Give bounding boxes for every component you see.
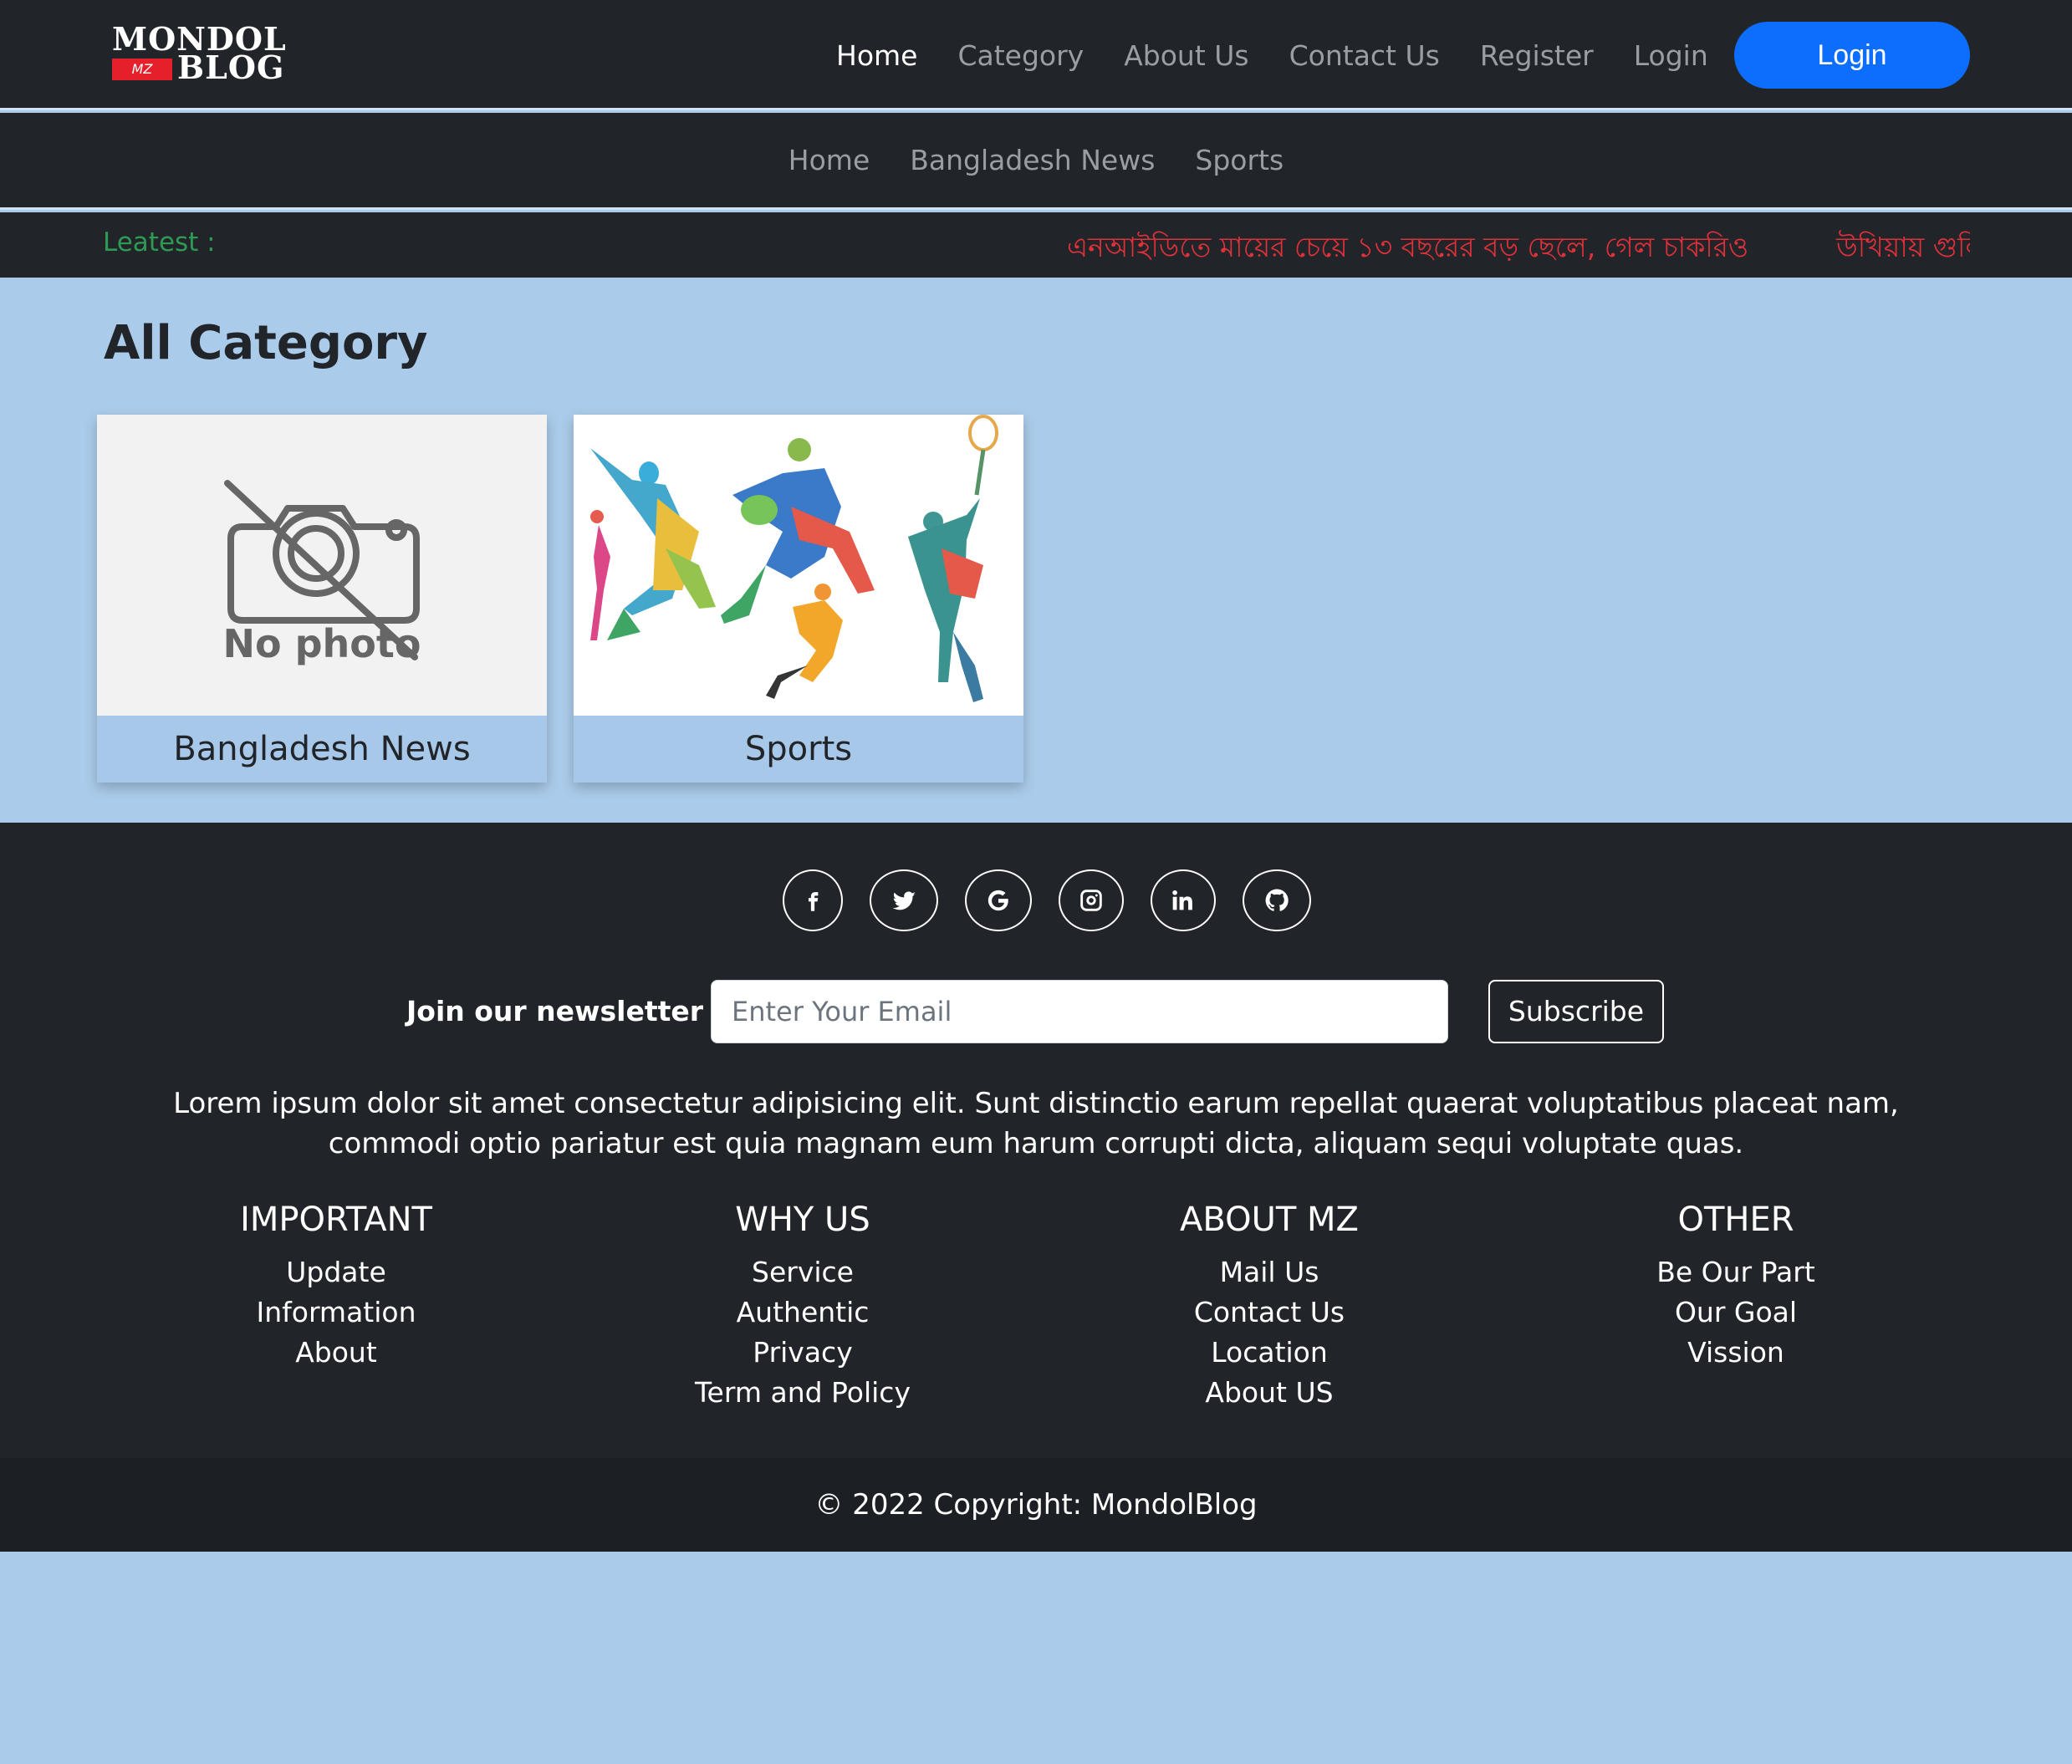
- nav-category[interactable]: Category: [957, 39, 1084, 72]
- athlete-figure: [590, 448, 716, 640]
- brand-badge: MZ: [112, 59, 172, 80]
- category-navbar: Home Bangladesh News Sports: [0, 113, 2072, 210]
- footer-link-privacy[interactable]: Privacy: [627, 1333, 978, 1373]
- footer-link-mail-us[interactable]: Mail Us: [1094, 1252, 1445, 1292]
- footer-link-service[interactable]: Service: [627, 1252, 978, 1292]
- github-icon[interactable]: [1243, 869, 1311, 931]
- footer-link-vission[interactable]: Vission: [1560, 1333, 1911, 1373]
- login-button[interactable]: Login: [1734, 22, 1970, 89]
- twitter-icon[interactable]: [870, 869, 938, 931]
- social-links: [783, 869, 1338, 933]
- google-icon[interactable]: [965, 869, 1032, 931]
- ticker-item[interactable]: উখিয়ায় গুলি: [1836, 226, 1970, 273]
- footer: Join our newsletter Subscribe Lorem ipsu…: [0, 823, 2072, 1458]
- footer-link-term-and-policy[interactable]: Term and Policy: [627, 1373, 978, 1413]
- page-title: All Category: [104, 316, 428, 370]
- category-card-bangladesh-news[interactable]: No photo Bangladesh News: [97, 415, 547, 783]
- nav-register[interactable]: Register: [1480, 39, 1594, 72]
- top-navbar: MONDOL MZ BLOG Home Category About Us Co…: [0, 0, 2072, 110]
- catnav-bangladesh-news[interactable]: Bangladesh News: [910, 144, 1155, 176]
- catnav-home[interactable]: Home: [788, 144, 870, 176]
- ticker-label: Leatest :: [103, 227, 216, 257]
- sports-image: [574, 415, 1023, 716]
- footer-column-title: IMPORTANT: [240, 1201, 432, 1239]
- no-photo-text: No photo: [223, 621, 421, 666]
- footer-link-location[interactable]: Location: [1094, 1333, 1445, 1373]
- no-photo-image: No photo: [97, 415, 547, 716]
- ticker-marquee: এনআইডিতে মায়ের চেয়ে ১৩ বছরের বড় ছেলে,…: [1037, 212, 1970, 278]
- newsletter-label: Join our newsletter: [406, 995, 704, 1027]
- footer-column-title: ABOUT MZ: [1180, 1201, 1359, 1239]
- nav-home[interactable]: Home: [836, 39, 917, 72]
- footer-link-information[interactable]: Information: [161, 1292, 512, 1333]
- card-caption: Bangladesh News: [173, 730, 471, 768]
- catnav-sports[interactable]: Sports: [1195, 144, 1284, 176]
- footer-link-about[interactable]: About: [161, 1333, 512, 1373]
- footer-column-title: WHY US: [735, 1201, 870, 1239]
- nav-login[interactable]: Login: [1634, 39, 1708, 72]
- top-nav-links: Home Category About Us Contact Us Regist…: [836, 0, 1748, 110]
- brand-logo[interactable]: MONDOL MZ BLOG: [110, 23, 291, 85]
- footer-link-contact-us[interactable]: Contact Us: [1094, 1292, 1445, 1333]
- facebook-icon[interactable]: [783, 869, 843, 931]
- footer-column-title: OTHER: [1677, 1201, 1794, 1239]
- news-ticker: Leatest : এনআইডিতে মায়ের চেয়ে ১৩ বছরের…: [0, 212, 2072, 278]
- instagram-icon[interactable]: [1059, 869, 1124, 931]
- footer-column-about-mz: ABOUT MZ Mail Us Contact Us Location Abo…: [1094, 1201, 1445, 1413]
- footer-link-authentic[interactable]: Authentic: [627, 1292, 978, 1333]
- nav-about-us[interactable]: About Us: [1124, 39, 1248, 72]
- card-caption: Sports: [744, 730, 853, 768]
- footer-column-important: IMPORTANT Update Information About: [161, 1201, 512, 1373]
- linkedin-icon[interactable]: [1151, 869, 1216, 931]
- email-input[interactable]: [711, 980, 1448, 1043]
- footer-column-why-us: WHY US Service Authentic Privacy Term an…: [627, 1201, 978, 1413]
- footer-description: Lorem ipsum dolor sit amet consectetur a…: [173, 1087, 1899, 1160]
- ticker-item[interactable]: এনআইডিতে মায়ের চেয়ে ১৩ বছরের বড় ছেলে,…: [1067, 226, 1748, 273]
- copyright-bar: © 2022 Copyright: MondolBlog: [0, 1458, 2072, 1552]
- category-card-sports[interactable]: Sports: [574, 415, 1023, 783]
- subscribe-button[interactable]: Subscribe: [1488, 980, 1664, 1043]
- footer-link-be-our-part[interactable]: Be Our Part: [1560, 1252, 1911, 1292]
- footer-link-about-us[interactable]: About US: [1094, 1373, 1445, 1413]
- footer-link-our-goal[interactable]: Our Goal: [1560, 1292, 1911, 1333]
- nav-contact-us[interactable]: Contact Us: [1289, 39, 1440, 72]
- footer-link-update[interactable]: Update: [161, 1252, 512, 1292]
- brand-name-line2: BLOG: [177, 48, 285, 86]
- footer-column-other: OTHER Be Our Part Our Goal Vission: [1560, 1201, 1911, 1373]
